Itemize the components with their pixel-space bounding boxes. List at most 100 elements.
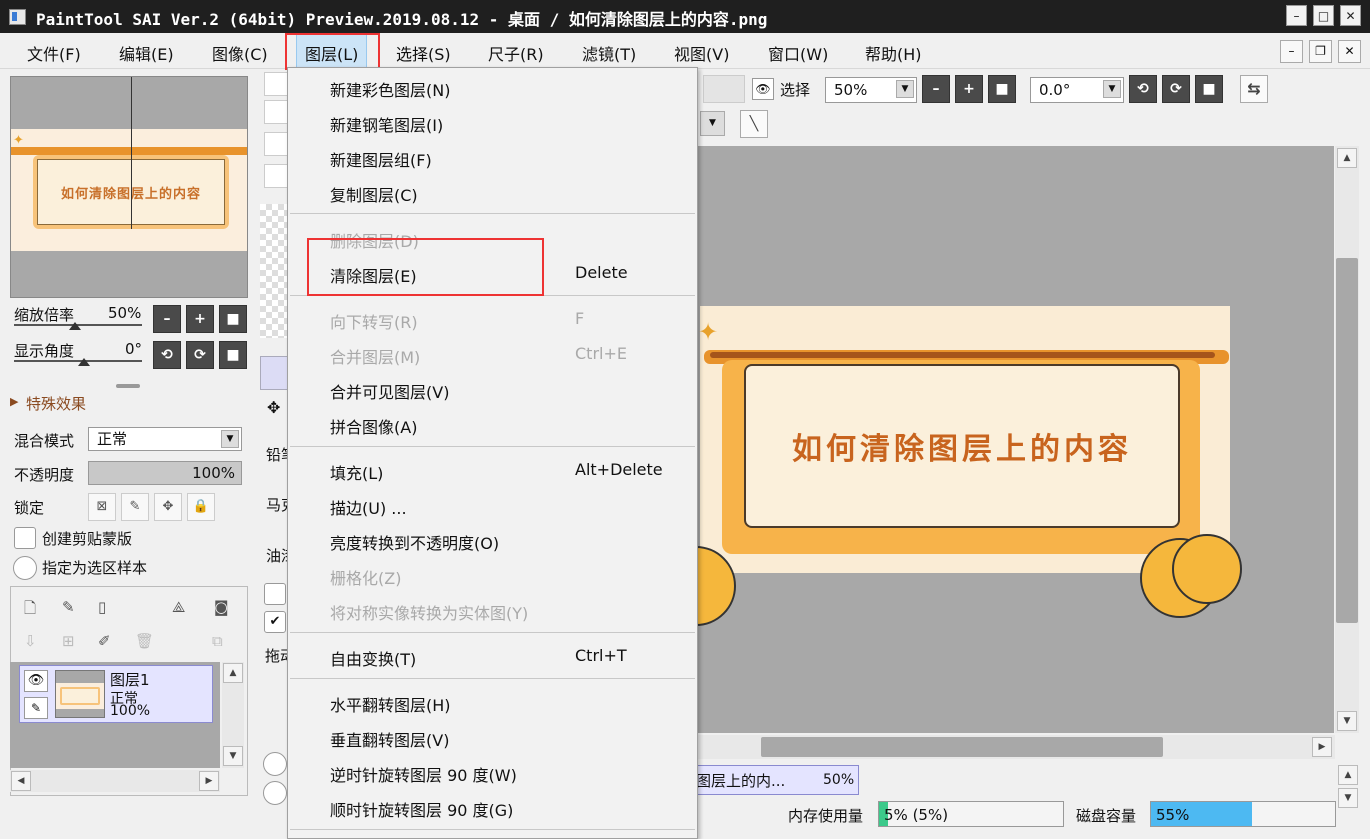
lock-all-icon[interactable]: 🔒: [187, 493, 215, 521]
color-swatch[interactable]: [264, 132, 288, 156]
mask-icon[interactable]: ◙: [214, 598, 229, 616]
color-swatch[interactable]: [264, 72, 288, 96]
toolbar-rotate-cw-button[interactable]: ⟳: [1162, 75, 1190, 103]
toolbar-zoom-reset-button[interactable]: ■: [988, 75, 1016, 103]
scroll-left-button[interactable]: ◀: [11, 771, 31, 791]
menu-new-color-layer[interactable]: 新建彩色图层(N): [330, 77, 450, 101]
tool-option-radio[interactable]: [263, 781, 287, 805]
pencil-icon[interactable]: ✎: [24, 697, 48, 719]
menu-luminance-to-opacity[interactable]: 亮度转换到不透明度(O): [330, 530, 499, 554]
mdi-close-button[interactable]: ✕: [1338, 40, 1361, 63]
color-swatch[interactable]: [264, 100, 288, 124]
zoom-in-button[interactable]: +: [186, 305, 214, 333]
delete-layer-icon[interactable]: 🗑: [135, 632, 154, 650]
scroll-down-button[interactable]: ▼: [223, 746, 243, 766]
menu-new-pen-layer[interactable]: 新建钢笔图层(I): [330, 112, 443, 136]
canvas-hscroll-thumb[interactable]: [761, 737, 1163, 757]
lock-move-icon[interactable]: ✥: [154, 493, 182, 521]
chevron-down-icon[interactable]: ▼: [700, 111, 725, 136]
mdi-minimize-button[interactable]: –: [1280, 40, 1303, 63]
tool-option-radio[interactable]: [263, 752, 287, 776]
mdi-restore-button[interactable]: ❐: [1309, 40, 1332, 63]
menu-merge-visible[interactable]: 合并可见图层(V): [330, 379, 449, 403]
clear-layer-icon[interactable]: ✐: [98, 632, 111, 650]
toolbar-zoom-in-button[interactable]: +: [955, 75, 983, 103]
toolbar-rotate-reset-button[interactable]: ■: [1195, 75, 1223, 103]
expand-triangle-icon[interactable]: ▶: [10, 395, 18, 408]
menu-help[interactable]: 帮助(H): [865, 41, 922, 65]
memory-label: 内存使用量: [788, 807, 864, 825]
toolbar-zoom-select[interactable]: 50% ▼: [825, 77, 917, 103]
toolbar-disabled-button[interactable]: [703, 75, 745, 103]
scroll-down-button[interactable]: ▼: [1337, 711, 1357, 731]
flip-horizontal-icon[interactable]: ⇆: [1240, 75, 1268, 103]
effects-label[interactable]: 特殊效果: [26, 393, 86, 414]
lock-transparency-icon[interactable]: ⊠: [88, 493, 116, 521]
menu-edit[interactable]: 编辑(E): [119, 41, 174, 65]
zoom-out-button[interactable]: –: [153, 305, 181, 333]
panel-splitter[interactable]: [116, 384, 140, 388]
minimize-button[interactable]: –: [1286, 5, 1307, 26]
lock-paint-icon[interactable]: ✎: [121, 493, 149, 521]
color-swatch[interactable]: [264, 164, 288, 188]
tab-scroll-down-button[interactable]: ▼: [1338, 788, 1358, 808]
new-pen-layer-icon[interactable]: ✎: [62, 598, 75, 616]
scroll-up-button[interactable]: ▲: [1337, 148, 1357, 168]
scroll-up-button[interactable]: ▲: [223, 663, 243, 683]
menu-ruler[interactable]: 尺子(R): [488, 41, 544, 65]
new-layer-icon[interactable]: 🗋: [24, 598, 36, 623]
menu-free-transform[interactable]: 自由变换(T): [330, 646, 416, 670]
rotate-reset-button[interactable]: ■: [219, 341, 247, 369]
apply-mask-icon[interactable]: ⧉: [212, 632, 223, 650]
selection-sample-radio[interactable]: [13, 556, 37, 580]
menu-new-layer-group[interactable]: 新建图层组(F): [330, 147, 432, 171]
menu-flip-horizontal[interactable]: 水平翻转图层(H): [330, 692, 451, 716]
menu-file[interactable]: 文件(F): [27, 41, 81, 65]
blend-mode-select[interactable]: 正常 ▼: [88, 427, 242, 451]
menu-rotate-ccw[interactable]: 逆时针旋转图层 90 度(W): [330, 762, 517, 786]
menu-stroke[interactable]: 描边(U) ...: [330, 495, 407, 519]
maximize-button[interactable]: □: [1313, 5, 1334, 26]
menu-select[interactable]: 选择(S): [396, 41, 451, 65]
canvas-vscroll-thumb[interactable]: [1336, 258, 1358, 623]
rotate-ccw-button[interactable]: ⟲: [153, 341, 181, 369]
menu-image[interactable]: 图像(C): [212, 41, 268, 65]
navigator-preview[interactable]: 如何清除图层上的内容 ✦: [10, 76, 248, 298]
transfer-down-icon[interactable]: ⇩: [24, 632, 37, 650]
menu-flatten-image[interactable]: 拼合图像(A): [330, 414, 417, 438]
menu-view[interactable]: 视图(V): [674, 41, 729, 65]
merge-down-icon[interactable]: ⊞: [62, 632, 75, 650]
eye-icon[interactable]: 👁: [752, 78, 774, 100]
move-tool-icon[interactable]: ✥: [267, 398, 280, 417]
checkmark-icon[interactable]: ✔: [264, 611, 286, 633]
clip-mask-checkbox[interactable]: [14, 527, 36, 549]
new-folder-icon[interactable]: ▯: [98, 598, 106, 616]
zoom-reset-button[interactable]: ■: [219, 305, 247, 333]
toolbar-zoom-out-button[interactable]: –: [922, 75, 950, 103]
rotate-cw-button[interactable]: ⟳: [186, 341, 214, 369]
straight-line-icon[interactable]: ╲: [740, 110, 768, 138]
scroll-right-button[interactable]: ▶: [199, 771, 219, 791]
transparency-swatch[interactable]: [260, 204, 288, 338]
toolbar-rotate-ccw-button[interactable]: ⟲: [1129, 75, 1157, 103]
canvas-area[interactable]: ✦ 如何清除图层上的内容: [696, 146, 1334, 733]
selection-tool-button[interactable]: [260, 356, 288, 390]
opacity-slider[interactable]: 100%: [88, 461, 242, 485]
sparkle-icon: ✦: [13, 133, 24, 148]
menu-filter[interactable]: 滤镜(T): [582, 41, 636, 65]
menu-rotate-cw[interactable]: 顺时针旋转图层 90 度(G): [330, 797, 513, 821]
layer-list-hscrollbar[interactable]: [10, 770, 220, 792]
scroll-right-button[interactable]: ▶: [1312, 737, 1332, 757]
symmetry-icon[interactable]: ⟁: [172, 598, 185, 616]
close-button[interactable]: ✕: [1340, 5, 1361, 26]
menu-window[interactable]: 窗口(W): [768, 41, 828, 65]
eye-icon[interactable]: 👁: [24, 670, 48, 692]
menu-duplicate-layer[interactable]: 复制图层(C): [330, 182, 418, 206]
tool-option-checkbox[interactable]: [264, 583, 286, 605]
menu-fill[interactable]: 填充(L): [330, 460, 383, 484]
angle-slider-knob[interactable]: [78, 358, 90, 366]
tab-scroll-up-button[interactable]: ▲: [1338, 765, 1358, 785]
zoom-slider-knob[interactable]: [69, 322, 81, 330]
toolbar-angle-select[interactable]: 0.0° ▼: [1030, 77, 1124, 103]
menu-flip-vertical[interactable]: 垂直翻转图层(V): [330, 727, 449, 751]
